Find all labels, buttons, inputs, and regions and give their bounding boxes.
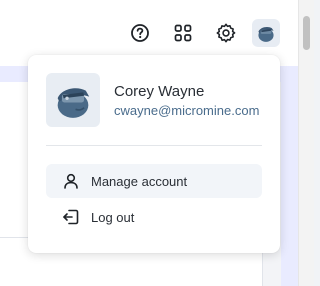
log-out-menu-item[interactable]: Log out [46,200,262,234]
profile-email: cwayne@micromine.com [114,103,260,118]
manage-account-label: Manage account [91,173,188,189]
log-out-label: Log out [91,209,135,225]
menu-divider [46,145,262,146]
vertical-scrollbar[interactable] [298,0,314,286]
user-icon [62,172,80,190]
scrollbar-thumb[interactable] [303,16,310,50]
user-avatar-icon [57,88,90,118]
manage-account-menu-item[interactable]: Manage account [46,164,262,198]
apps-grid-icon[interactable] [169,19,197,47]
profile-name: Corey Wayne [114,83,205,100]
logout-icon [62,208,80,226]
help-icon[interactable] [126,19,154,47]
settings-icon[interactable] [212,19,240,47]
account-menu: Corey Wayne cwayne@micromine.com Manage … [28,55,280,253]
side-accent-strip [281,82,298,286]
profile-avatar [46,73,100,127]
user-avatar[interactable] [252,19,280,47]
app-page: Corey Wayne cwayne@micromine.com Manage … [0,0,314,286]
